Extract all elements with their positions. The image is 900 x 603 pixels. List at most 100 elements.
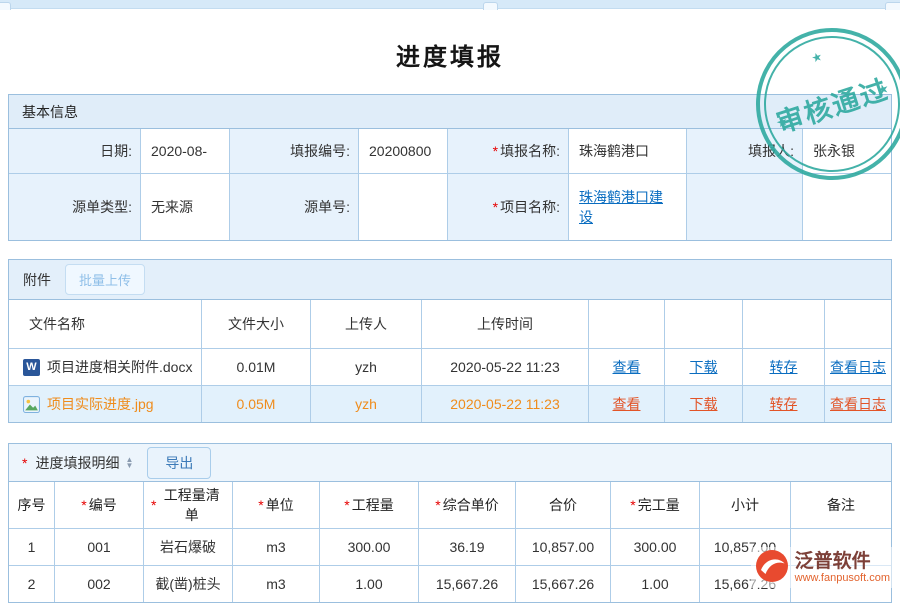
col-header-action [589, 300, 664, 348]
fanpu-brand: 泛普软件 [795, 552, 890, 572]
transfer-link[interactable]: 转存 [770, 394, 798, 414]
attachment-file-name[interactable]: 项目实际进度.jpg [9, 386, 201, 422]
attachment-file-size: 0.05M [202, 386, 310, 422]
col-header-action [665, 300, 742, 348]
detail-list: 岩石爆破 [144, 529, 232, 565]
detail-list: 截(凿)桩头 [144, 566, 232, 602]
attachment-uploader: yzh [311, 386, 421, 422]
basic-info-header: 基本信息 [9, 95, 891, 129]
project-name-label: * 项目名称: [448, 174, 568, 240]
attachment-actions: 查看日志 [825, 349, 891, 385]
required-asterisk: * [258, 497, 263, 513]
fanpu-url: www.fanpusoft.com [795, 572, 890, 584]
col-header-total-price: 合价 [516, 482, 610, 528]
reporter-value: 张永银 [803, 129, 891, 173]
attachment-file-name[interactable]: W 项目进度相关附件.docx [9, 349, 201, 385]
required-asterisk: * [435, 497, 440, 513]
fanpu-watermark-text: 泛普软件 www.fanpusoft.com [795, 552, 890, 584]
fanpu-logo-icon [755, 549, 789, 586]
export-button[interactable]: 导出 [147, 447, 211, 479]
col-header-unit-text: 单位 [266, 495, 294, 515]
basic-info-grid: 日期: 2020-08- 填报编号: 20200800 * 填报名称: 珠海鹤港… [9, 129, 891, 240]
empty-label-cell [687, 174, 802, 240]
col-header-uploader: 上传人 [311, 300, 421, 348]
project-name-value: 珠海鹤港口建设 [569, 174, 686, 240]
required-asterisk: * [344, 497, 349, 513]
source-type-value: 无来源 [141, 174, 229, 240]
col-header-unit: *单位 [233, 482, 319, 528]
empty-value-cell [803, 174, 891, 240]
attachment-file-size: 0.01M [202, 349, 310, 385]
detail-seq: 2 [9, 566, 54, 602]
attachment-actions: 下载 [665, 386, 742, 422]
required-asterisk: * [22, 455, 27, 471]
detail-total-price: 15,667.26 [516, 566, 610, 602]
col-header-list-text: 工程量清单 [158, 485, 225, 525]
detail-unit: m3 [233, 566, 319, 602]
attachment-upload-time: 2020-05-22 11:23 [422, 386, 588, 422]
tab-notch [885, 2, 900, 10]
file-name-text: 项目进度相关附件.docx [47, 357, 192, 377]
detail-total-price: 10,857.00 [516, 529, 610, 565]
image-file-icon [23, 396, 40, 413]
download-link[interactable]: 下载 [690, 357, 718, 377]
fanpu-watermark: 泛普软件 www.fanpusoft.com [751, 547, 894, 588]
col-header-code-text: 编号 [89, 495, 117, 515]
attachment-actions: 转存 [743, 386, 824, 422]
report-name-label-text: 填报名称: [500, 141, 560, 161]
report-name-value: 珠海鹤港口 [569, 129, 686, 173]
required-asterisk: * [81, 497, 86, 513]
required-asterisk: * [493, 199, 498, 215]
report-name-label: * 填报名称: [448, 129, 568, 173]
transfer-link[interactable]: 转存 [770, 357, 798, 377]
attachment-actions: 查看 [589, 349, 664, 385]
detail-code: 001 [55, 529, 143, 565]
attachment-upload-time: 2020-05-22 11:23 [422, 349, 588, 385]
attachment-actions: 下载 [665, 349, 742, 385]
download-link[interactable]: 下载 [690, 394, 718, 414]
col-header-quantity: *工程量 [320, 482, 418, 528]
col-header-action [743, 300, 824, 348]
source-type-label: 源单类型: [9, 174, 140, 240]
browser-top-strip [0, 0, 900, 9]
view-log-link[interactable]: 查看日志 [830, 394, 886, 414]
tab-notch [483, 2, 498, 10]
sort-icon[interactable]: ▲ ▼ [125, 457, 133, 469]
required-asterisk: * [493, 143, 498, 159]
view-log-link[interactable]: 查看日志 [830, 357, 886, 377]
basic-info-section: 基本信息 日期: 2020-08- 填报编号: 20200800 * 填报名称:… [8, 94, 892, 241]
attachment-actions: 查看 [589, 386, 664, 422]
sort-down-arrow: ▼ [125, 463, 133, 469]
attachments-title: 附件 [23, 270, 51, 290]
detail-quantity: 1.00 [320, 566, 418, 602]
reporter-label: 填报人: [687, 129, 802, 173]
attachments-toolbar: 附件 批量上传 [9, 260, 891, 300]
file-name-text: 项目实际进度.jpg [47, 394, 154, 414]
source-no-value [359, 174, 447, 240]
page-title: 进度填报 [0, 9, 900, 94]
date-label: 日期: [9, 129, 140, 173]
batch-upload-button[interactable]: 批量上传 [65, 264, 145, 295]
col-header-action [825, 300, 891, 348]
attachment-uploader: yzh [311, 349, 421, 385]
detail-toolbar: * 进度填报明细 ▲ ▼ 导出 [9, 444, 891, 482]
col-header-unit-price-text: 综合单价 [443, 495, 499, 515]
source-no-label: 源单号: [230, 174, 358, 240]
detail-unit: m3 [233, 529, 319, 565]
detail-code: 002 [55, 566, 143, 602]
attachments-section: 附件 批量上传 文件名称 文件大小 上传人 上传时间 W 项目进度相关附件.do… [8, 259, 892, 423]
required-asterisk: * [151, 497, 156, 513]
project-link[interactable]: 珠海鹤港口建设 [579, 187, 676, 227]
view-link[interactable]: 查看 [613, 357, 641, 377]
detail-quantity: 300.00 [320, 529, 418, 565]
detail-completed: 1.00 [611, 566, 699, 602]
word-file-icon: W [23, 359, 40, 376]
col-header-file-name: 文件名称 [9, 300, 201, 348]
col-header-upload-time: 上传时间 [422, 300, 588, 348]
date-value: 2020-08- [141, 129, 229, 173]
view-link[interactable]: 查看 [613, 394, 641, 414]
report-no-label: 填报编号: [230, 129, 358, 173]
report-no-value: 20200800 [359, 129, 447, 173]
col-header-completed: *完工量 [611, 482, 699, 528]
col-header-file-size: 文件大小 [202, 300, 310, 348]
